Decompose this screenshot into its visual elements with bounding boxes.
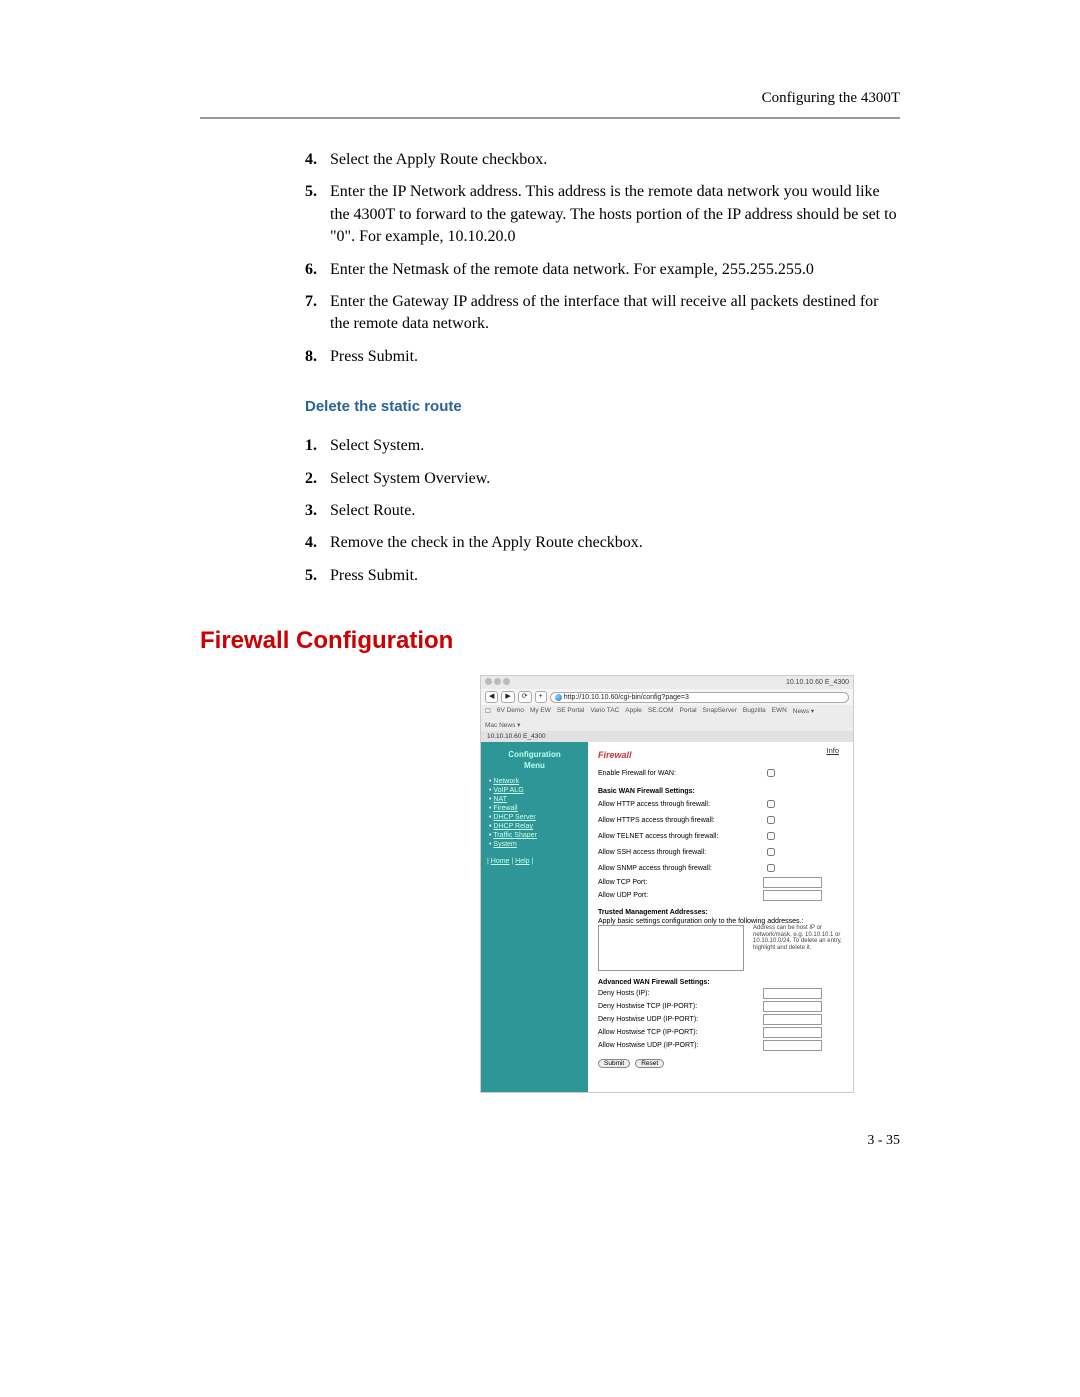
- window-titlebar: 10.10.10.60 E_4300: [481, 676, 853, 689]
- firewall-screenshot: 10.10.10.60 E_4300 ◀ ▶ ⟳ + http://10.10.…: [480, 675, 854, 1093]
- trusted-title: Trusted Management Addresses:: [598, 909, 843, 916]
- bookmark-item[interactable]: SE Portal: [557, 707, 584, 715]
- traffic-lights-icon: [485, 678, 512, 687]
- sidebar-item-dhcp-relay[interactable]: DHCP Relay: [493, 823, 533, 830]
- allow-http-checkbox[interactable]: [767, 800, 775, 808]
- bookmark-bar: ☐ 6V Demo My EW SE Portal Vario TAC Appl…: [481, 705, 853, 731]
- trusted-hint: Address can be host IP or network/mask, …: [753, 925, 843, 951]
- bookmark-item[interactable]: EWN: [772, 707, 787, 715]
- submit-button[interactable]: Submit: [598, 1059, 630, 1068]
- allow-udp-input[interactable]: [763, 1040, 822, 1051]
- subheading-delete-route: Delete the static route: [305, 398, 900, 415]
- bookmark-item[interactable]: SnapServer: [703, 707, 737, 715]
- back-button[interactable]: ◀: [485, 691, 498, 703]
- allow-https-checkbox[interactable]: [767, 816, 775, 824]
- allow-ssh-checkbox[interactable]: [767, 848, 775, 856]
- bookmark-item[interactable]: Vario TAC: [590, 707, 619, 715]
- sidebar-item-traffic-shaper[interactable]: Traffic Shaper: [493, 832, 537, 839]
- firewall-panel: Info Firewall Enable Firewall for WAN: B…: [588, 742, 853, 1092]
- allow-tcp-input[interactable]: [763, 1027, 822, 1038]
- basic-settings-title: Basic WAN Firewall Settings:: [598, 788, 843, 795]
- bookmark-item[interactable]: My EW: [530, 707, 551, 715]
- trusted-addresses-input[interactable]: [598, 925, 744, 971]
- allow-telnet-checkbox[interactable]: [767, 832, 775, 840]
- sidebar-item-network[interactable]: Network: [493, 778, 519, 785]
- bookmark-item[interactable]: Bugzilla: [743, 707, 766, 715]
- panel-heading: Firewall: [598, 750, 843, 760]
- sidebar-item-system[interactable]: System: [493, 841, 516, 848]
- config-sidebar: Configuration Menu Network VoIP ALG NAT …: [481, 742, 588, 1092]
- bookmark-item[interactable]: Mac News ▾: [485, 721, 520, 729]
- deny-hosts-input[interactable]: [763, 988, 822, 999]
- deny-tcp-input[interactable]: [763, 1001, 822, 1012]
- steps-delete-route: 1.Select System. 2.Select System Overvie…: [200, 435, 900, 587]
- sidebar-home-link[interactable]: Home: [491, 858, 510, 865]
- add-button[interactable]: +: [535, 691, 547, 703]
- header-rule: [200, 117, 900, 119]
- section-firewall-config: Firewall Configuration: [200, 627, 900, 655]
- globe-icon: [555, 694, 562, 701]
- steps-add-route: 4.Select the Apply Route checkbox. 5.Ent…: [200, 149, 900, 368]
- enable-firewall-checkbox[interactable]: [767, 769, 775, 777]
- bookmark-item[interactable]: Apple: [625, 707, 642, 715]
- sidebar-item-firewall[interactable]: Firewall: [493, 805, 517, 812]
- page-number: 3 - 35: [200, 1133, 900, 1149]
- info-link[interactable]: Info: [826, 746, 839, 755]
- bookmark-item[interactable]: News ▾: [793, 707, 814, 715]
- sidebar-help-link[interactable]: Help: [515, 858, 529, 865]
- url-field[interactable]: http://10.10.10.60/cgi-bin/config?page=3: [550, 692, 849, 703]
- sidebar-item-nat[interactable]: NAT: [493, 796, 506, 803]
- enable-firewall-label: Enable Firewall for WAN:: [598, 770, 763, 777]
- forward-button[interactable]: ▶: [501, 691, 514, 703]
- sidebar-item-voipalg[interactable]: VoIP ALG: [493, 787, 523, 794]
- window-title: 10.10.10.60 E_4300: [786, 679, 849, 686]
- browser-toolbar: ◀ ▶ ⟳ + http://10.10.10.60/cgi-bin/confi…: [481, 689, 853, 705]
- reset-button[interactable]: Reset: [635, 1059, 664, 1068]
- sidebar-item-dhcp-server[interactable]: DHCP Server: [493, 814, 535, 821]
- page-header: Configuring the 4300T: [200, 90, 900, 107]
- deny-udp-input[interactable]: [763, 1014, 822, 1025]
- allow-tcp-port-input[interactable]: [763, 877, 822, 888]
- trusted-text: Apply basic settings configuration only …: [598, 918, 843, 925]
- sidebar-subtitle: Menu: [487, 761, 582, 770]
- browser-tab[interactable]: 10.10.10.60 E_4300: [481, 731, 853, 742]
- allow-udp-port-input[interactable]: [763, 890, 822, 901]
- reload-button[interactable]: ⟳: [518, 691, 532, 703]
- sidebar-footer: | Home | Help |: [487, 858, 582, 865]
- bookmark-item[interactable]: Portal: [680, 707, 697, 715]
- allow-snmp-checkbox[interactable]: [767, 864, 775, 872]
- sidebar-title: Configuration: [487, 750, 582, 759]
- advanced-settings-title: Advanced WAN Firewall Settings:: [598, 979, 843, 986]
- bookmark-item[interactable]: SE.COM: [648, 707, 674, 715]
- bookmark-item[interactable]: 6V Demo: [497, 707, 524, 715]
